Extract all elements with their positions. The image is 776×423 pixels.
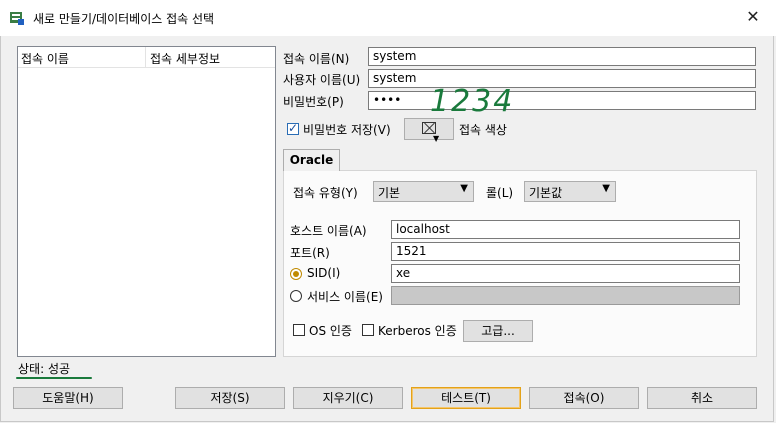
kerberos-auth-label: Kerberos 인증 xyxy=(378,324,457,338)
test-button[interactable]: 테스트(T) xyxy=(411,387,521,409)
username-input[interactable]: system xyxy=(368,69,756,88)
connection-name-label: 접속 이름(N) xyxy=(283,52,350,66)
tab-oracle[interactable]: Oracle xyxy=(283,149,340,171)
list-header: 접속 이름 접속 세부정보 xyxy=(18,47,275,68)
help-button[interactable]: 도움말(H) xyxy=(13,387,123,409)
role-value: 기본값 xyxy=(529,186,563,200)
sid-label: SID(I) xyxy=(307,266,341,280)
sid-radio[interactable] xyxy=(290,268,302,280)
sid-input[interactable]: xe xyxy=(391,264,740,283)
chevron-down-icon: ▼ xyxy=(433,134,440,143)
save-button[interactable]: 저장(S) xyxy=(175,387,285,409)
connection-list[interactable]: 접속 이름 접속 세부정보 xyxy=(17,46,276,357)
close-icon[interactable]: ✕ xyxy=(744,8,762,26)
role-label: 롤(L) xyxy=(486,186,514,200)
column-header-details[interactable]: 접속 세부정보 xyxy=(150,50,220,67)
os-auth-label: OS 인증 xyxy=(309,324,352,338)
os-auth-checkbox[interactable] xyxy=(293,324,305,336)
connect-button[interactable]: 접속(O) xyxy=(529,387,639,409)
column-header-name[interactable]: 접속 이름 xyxy=(21,50,69,67)
username-label: 사용자 이름(U) xyxy=(283,73,361,87)
database-app-icon xyxy=(10,12,24,25)
chevron-down-icon: ▼ xyxy=(602,183,610,194)
kerberos-auth-checkbox[interactable] xyxy=(362,324,374,336)
column-divider[interactable] xyxy=(145,47,146,67)
password-label: 비밀번호(P) xyxy=(283,95,344,109)
save-password-label: 비밀번호 저장(V) xyxy=(303,123,391,137)
status-text: 상태: 성공 xyxy=(18,362,71,376)
cancel-button[interactable]: 취소 xyxy=(647,387,757,409)
connection-type-label: 접속 유형(Y) xyxy=(293,186,358,200)
connection-name-input[interactable]: system xyxy=(368,47,756,66)
title-bar: 새로 만들기/데이터베이스 접속 선택 ✕ xyxy=(0,0,776,36)
clear-button[interactable]: 지우기(C) xyxy=(293,387,403,409)
status-underline-annotation xyxy=(16,377,92,379)
password-input[interactable]: •••• xyxy=(368,91,756,110)
port-label: 포트(R) xyxy=(290,246,330,260)
service-name-radio[interactable] xyxy=(290,290,302,302)
connection-color-label: 접속 색상 xyxy=(459,123,507,137)
connection-color-button[interactable]: ▼ xyxy=(404,118,454,143)
connection-type-value: 기본 xyxy=(378,186,401,200)
role-select[interactable]: 기본값 ▼ xyxy=(524,181,616,202)
window-title: 새로 만들기/데이터베이스 접속 선택 xyxy=(33,12,215,26)
chevron-down-icon: ▼ xyxy=(460,183,468,194)
service-name-label: 서비스 이름(E) xyxy=(307,290,383,304)
connection-type-select[interactable]: 기본 ▼ xyxy=(373,181,474,202)
hostname-label: 호스트 이름(A) xyxy=(290,224,367,238)
port-input[interactable]: 1521 xyxy=(391,242,740,261)
save-password-checkbox[interactable] xyxy=(287,121,299,135)
hostname-input[interactable]: localhost xyxy=(391,220,740,239)
handwritten-annotation: 1234 xyxy=(430,84,515,119)
service-name-input xyxy=(391,286,740,305)
advanced-button[interactable]: 고급... xyxy=(463,320,533,342)
